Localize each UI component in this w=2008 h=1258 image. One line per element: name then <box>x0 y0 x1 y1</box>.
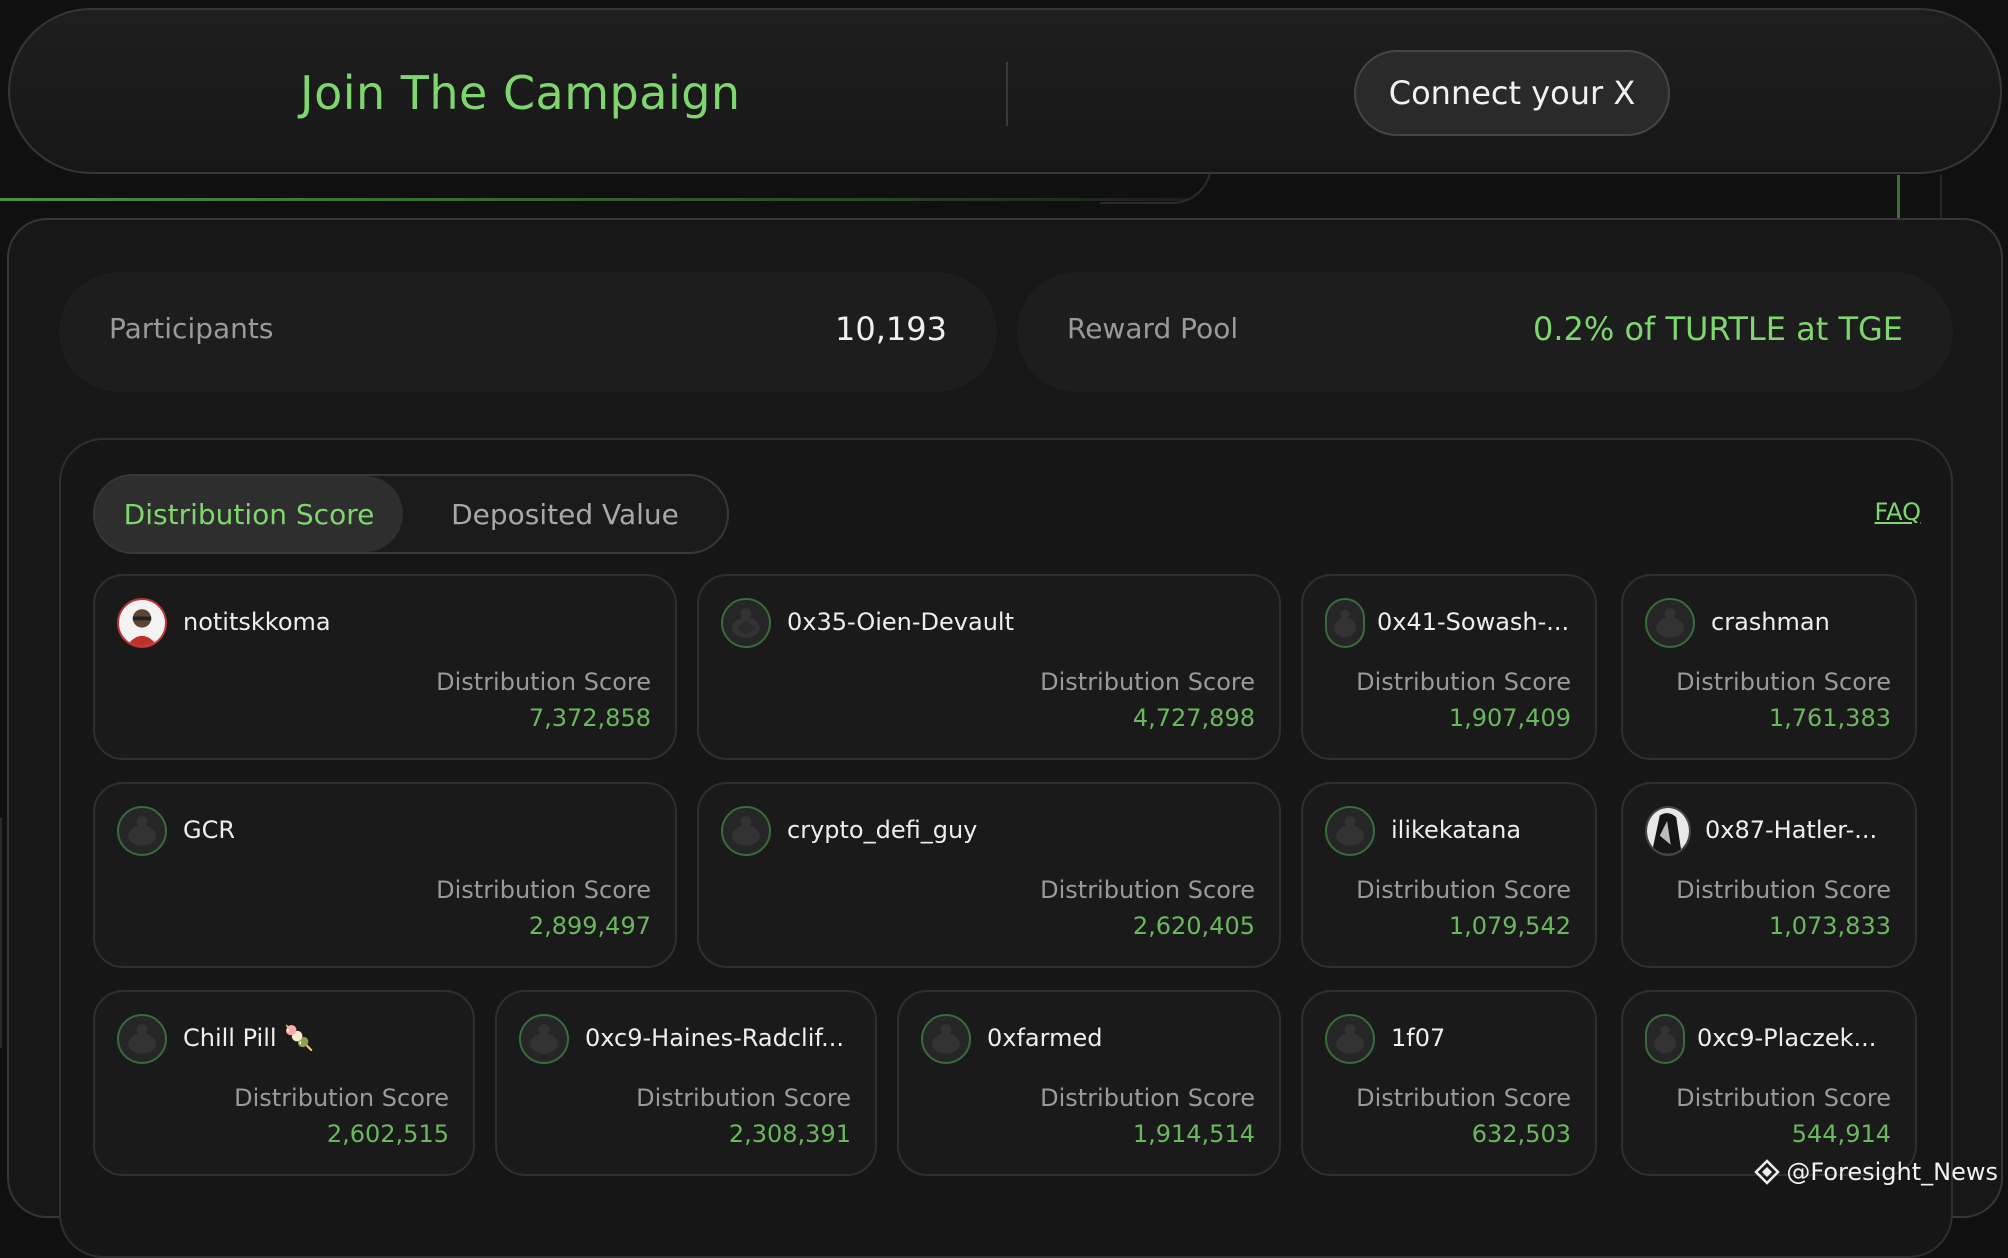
leaderboard-card[interactable]: notitskkoma Distribution Score 7,372,858 <box>93 574 677 760</box>
background-line-vertical <box>1897 175 1900 220</box>
card-username: 0xc9-Placzek... <box>1697 1024 1877 1052</box>
card-score-label: Distribution Score <box>1676 876 1891 904</box>
avatar-photo <box>1645 806 1691 856</box>
card-score-value: 1,914,514 <box>1132 1120 1255 1148</box>
card-score-value: 544,914 <box>1791 1120 1891 1148</box>
card-score-label: Distribution Score <box>234 1084 449 1112</box>
card-username: GCR <box>183 816 236 844</box>
watermark: @Foresight_News <box>1754 1158 1998 1186</box>
leaderboard-card[interactable]: 0x35-Oien-Devault Distribution Score 4,7… <box>697 574 1281 760</box>
card-score-value: 7,372,858 <box>528 704 651 732</box>
leaderboard-card[interactable]: 0x87-Hatler-... Distribution Score 1,073… <box>1621 782 1917 968</box>
leaderboard-card[interactable]: crashman Distribution Score 1,761,383 <box>1621 574 1917 760</box>
leaderboard-card[interactable]: 0xc9-Placzek... Distribution Score 544,9… <box>1621 990 1917 1176</box>
turtle-avatar-icon <box>1645 1014 1685 1064</box>
card-score-value: 1,073,833 <box>1768 912 1891 940</box>
connect-x-button[interactable]: Connect your X <box>1354 50 1670 136</box>
avatar-photo <box>117 598 167 648</box>
card-score-value: 4,727,898 <box>1132 704 1255 732</box>
card-username: 0xfarmed <box>987 1024 1103 1052</box>
turtle-avatar-icon <box>1325 1014 1375 1064</box>
leaderboard-card[interactable]: 1f07 Distribution Score 632,503 <box>1301 990 1597 1176</box>
card-score-value: 2,899,497 <box>528 912 651 940</box>
leaderboard-card[interactable]: 0xc9-Haines-Radclif... Distribution Scor… <box>495 990 877 1176</box>
score-tabs: Distribution Score Deposited Value <box>93 474 729 554</box>
card-score-value: 1,761,383 <box>1768 704 1891 732</box>
card-username: crashman <box>1711 608 1830 636</box>
card-score-label: Distribution Score <box>1040 668 1255 696</box>
card-score-value: 2,308,391 <box>728 1120 851 1148</box>
watermark-text: @Foresight_News <box>1786 1158 1998 1186</box>
participants-label: Participants <box>109 312 274 345</box>
reward-pool-value: 0.2% of TURTLE at TGE <box>1532 310 1903 348</box>
campaign-header: Join The Campaign Connect your X <box>8 8 2002 174</box>
leaderboard-card[interactable]: 0x41-Sowash-... Distribution Score 1,907… <box>1301 574 1597 760</box>
turtle-avatar-icon <box>721 806 771 856</box>
foresight-logo-icon <box>1754 1159 1781 1185</box>
card-username: Chill Pill 🍡 <box>183 1024 315 1052</box>
header-divider <box>1006 62 1008 126</box>
card-username: 1f07 <box>1391 1024 1446 1052</box>
card-score-label: Distribution Score <box>436 876 651 904</box>
reward-pool-label: Reward Pool <box>1067 312 1239 345</box>
card-username: notitskkoma <box>183 608 331 636</box>
faq-link[interactable]: FAQ <box>1875 498 1922 526</box>
card-username: 0x41-Sowash-... <box>1377 608 1570 636</box>
turtle-avatar-icon <box>117 806 167 856</box>
card-username: crypto_defi_guy <box>787 816 978 844</box>
card-score-label: Distribution Score <box>636 1084 851 1112</box>
leaderboard-card[interactable]: Chill Pill 🍡 Distribution Score 2,602,51… <box>93 990 475 1176</box>
card-username: 0x35-Oien-Devault <box>787 608 1014 636</box>
card-score-label: Distribution Score <box>1356 668 1571 696</box>
campaign-panel: Participants 10,193 Reward Pool 0.2% of … <box>7 218 2003 1258</box>
leaderboard-card[interactable]: crypto_defi_guy Distribution Score 2,620… <box>697 782 1281 968</box>
card-score-label: Distribution Score <box>436 668 651 696</box>
leaderboard: Distribution Score Deposited Value FAQ n… <box>59 438 1953 1258</box>
leaderboard-card[interactable]: 0xfarmed Distribution Score 1,914,514 <box>897 990 1281 1176</box>
card-score-label: Distribution Score <box>1356 876 1571 904</box>
card-score-label: Distribution Score <box>1676 668 1891 696</box>
card-score-value: 632,503 <box>1471 1120 1571 1148</box>
card-score-label: Distribution Score <box>1676 1084 1891 1112</box>
turtle-avatar-icon <box>519 1014 569 1064</box>
card-score-label: Distribution Score <box>1040 876 1255 904</box>
card-score-value: 2,602,515 <box>326 1120 449 1148</box>
background-edge-line <box>0 818 2 1048</box>
reward-pool-stat: Reward Pool 0.2% of TURTLE at TGE <box>1017 272 1953 392</box>
turtle-avatar-icon <box>721 598 771 648</box>
card-score-value: 1,907,409 <box>1448 704 1571 732</box>
participants-stat: Participants 10,193 <box>59 272 997 392</box>
card-username: 0xc9-Haines-Radclif... <box>585 1024 844 1052</box>
card-score-label: Distribution Score <box>1356 1084 1571 1112</box>
turtle-avatar-icon <box>921 1014 971 1064</box>
card-score-value: 2,620,405 <box>1132 912 1255 940</box>
card-score-value: 1,079,542 <box>1448 912 1571 940</box>
background-line-vertical-dark <box>1940 175 1942 220</box>
card-score-label: Distribution Score <box>1040 1084 1255 1112</box>
card-username: ilikekatana <box>1391 816 1522 844</box>
tab-deposited-value[interactable]: Deposited Value <box>403 476 727 552</box>
turtle-avatar-icon <box>117 1014 167 1064</box>
leaderboard-card[interactable]: GCR Distribution Score 2,899,497 <box>93 782 677 968</box>
turtle-avatar-icon <box>1645 598 1695 648</box>
turtle-avatar-icon <box>1325 598 1365 648</box>
tab-distribution-score[interactable]: Distribution Score <box>95 476 403 552</box>
turtle-avatar-icon <box>1325 806 1375 856</box>
card-username: 0x87-Hatler-... <box>1705 816 1878 844</box>
leaderboard-card[interactable]: ilikekatana Distribution Score 1,079,542 <box>1301 782 1597 968</box>
participants-value: 10,193 <box>835 310 947 348</box>
background-line <box>0 198 1190 201</box>
page-title: Join The Campaign <box>300 66 741 120</box>
